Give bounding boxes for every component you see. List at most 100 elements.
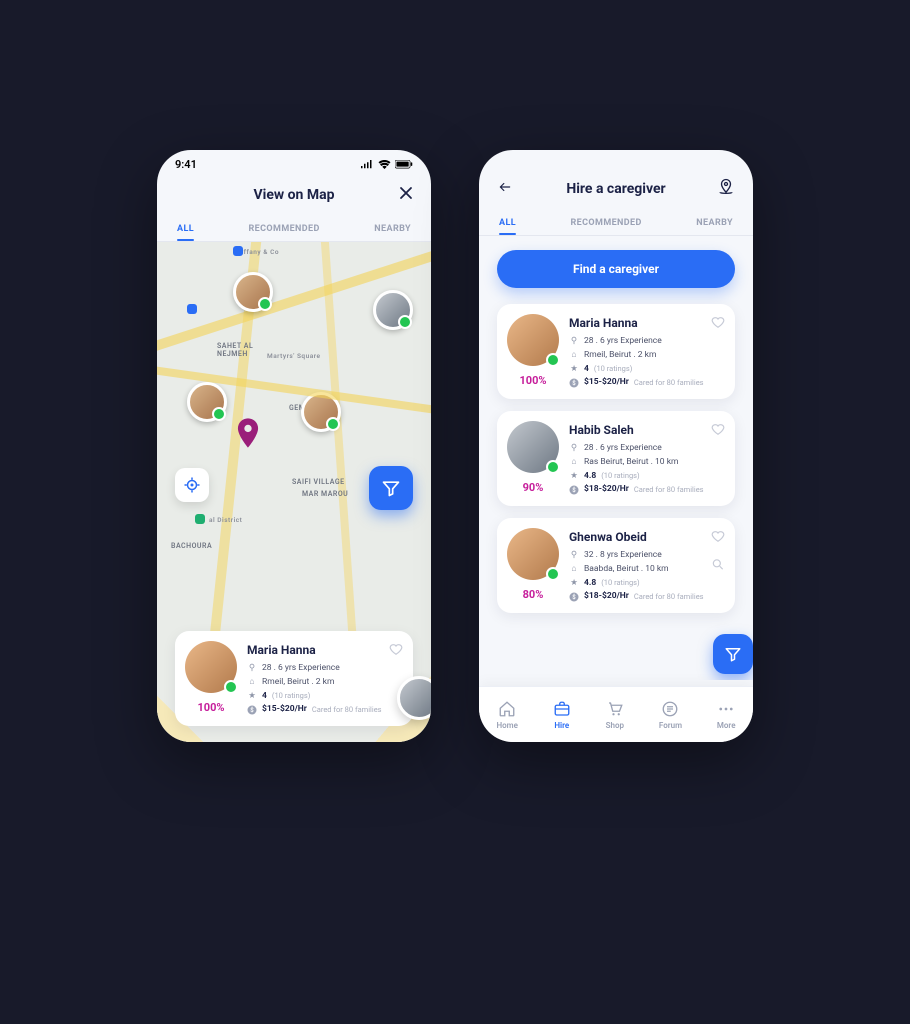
title-row: Hire a caregiver xyxy=(479,172,753,206)
svg-text:$: $ xyxy=(572,594,576,601)
match-percent: 100% xyxy=(197,701,224,714)
caregiver-list: 100% Maria Hanna ⚲28 . 6 yrs Experience … xyxy=(497,304,735,613)
phone-map-view: 9:41 View on Map ALL RECOMMENDED NEARBY … xyxy=(157,150,431,742)
map-poi xyxy=(195,514,205,524)
svg-text:$: $ xyxy=(572,380,576,387)
filter-button[interactable] xyxy=(369,466,413,510)
title-row: View on Map xyxy=(157,178,431,212)
map-label: BACHOURA xyxy=(171,542,212,550)
tab-recommended[interactable]: RECOMMENDED xyxy=(249,224,320,241)
gender-icon: ⚲ xyxy=(569,442,579,455)
match-percent: 90% xyxy=(523,481,544,494)
nav-shop[interactable]: Shop xyxy=(606,700,624,730)
experience-text: 32 . 8 yrs Experience xyxy=(584,549,662,562)
ratings-count: (10 ratings) xyxy=(601,577,639,588)
caregiver-name: Ghenwa Obeid xyxy=(569,528,704,546)
home-icon: ⌂ xyxy=(569,349,579,362)
tab-nearby[interactable]: NEARBY xyxy=(696,218,733,235)
locate-me-button[interactable] xyxy=(175,468,209,502)
star-icon: ★ xyxy=(247,690,257,703)
svg-text:$: $ xyxy=(250,707,254,714)
rating-value: 4 xyxy=(584,363,589,376)
heart-icon[interactable] xyxy=(711,528,725,547)
nav-more[interactable]: More xyxy=(717,700,736,730)
ratings-count: (10 ratings) xyxy=(594,363,632,374)
find-caregiver-button[interactable]: Find a caregiver xyxy=(497,250,735,288)
rating-value: 4 xyxy=(262,690,267,703)
tab-all[interactable]: ALL xyxy=(177,224,194,241)
match-percent: 80% xyxy=(523,588,544,601)
dollar-icon: $ xyxy=(247,705,257,715)
tabs: ALL RECOMMENDED NEARBY xyxy=(157,212,431,242)
nav-hire[interactable]: Hire xyxy=(553,700,571,730)
status-time: 9:41 xyxy=(175,158,197,171)
status-indicators xyxy=(360,160,413,169)
home-icon xyxy=(498,700,516,718)
page-title: Hire a caregiver xyxy=(566,181,665,197)
avatar-pin[interactable] xyxy=(187,382,227,422)
status-bar: 9:41 xyxy=(157,150,431,178)
heart-icon[interactable] xyxy=(711,314,725,333)
map-label: SAHET AL NEJMEH xyxy=(217,342,253,358)
home-icon: ⌂ xyxy=(569,563,579,576)
dollar-icon: $ xyxy=(569,485,579,495)
map-icon[interactable] xyxy=(717,178,735,200)
avatar xyxy=(507,314,559,366)
nav-label: Forum xyxy=(659,721,682,730)
experience-text: 28 . 6 yrs Experience xyxy=(262,662,340,675)
avatar xyxy=(507,421,559,473)
avatar-pin[interactable] xyxy=(373,290,413,330)
home-icon: ⌂ xyxy=(569,456,579,469)
families-text: Cared for 80 families xyxy=(634,377,704,388)
find-caregiver-label: Find a caregiver xyxy=(573,262,659,276)
nav-home[interactable]: Home xyxy=(496,700,517,730)
back-icon[interactable] xyxy=(497,180,513,198)
caregiver-name: Maria Hanna xyxy=(569,314,704,332)
map-label: Tiffany & Co xyxy=(237,248,279,256)
svg-text:$: $ xyxy=(572,487,576,494)
heart-icon[interactable] xyxy=(389,641,403,660)
heart-icon[interactable] xyxy=(711,421,725,440)
tab-nearby[interactable]: NEARBY xyxy=(374,224,411,241)
briefcase-icon xyxy=(553,700,571,718)
experience-text: 28 . 6 yrs Experience xyxy=(584,335,662,348)
hourly-rate: $15-$20/Hr xyxy=(262,703,307,716)
nav-label: More xyxy=(717,721,736,730)
hourly-rate: $18-$20/Hr xyxy=(584,590,629,603)
location-text: Ras Beirut, Beirut . 10 km xyxy=(584,456,678,469)
status-bar xyxy=(479,150,753,172)
rating-value: 4.8 xyxy=(584,577,596,590)
location-text: Rmeil, Beirut . 2 km xyxy=(262,676,334,689)
location-text: Rmeil, Beirut . 2 km xyxy=(584,349,656,362)
gender-icon: ⚲ xyxy=(247,662,257,675)
nav-forum[interactable]: Forum xyxy=(659,700,682,730)
map-label: Martyrs' Square xyxy=(267,352,321,360)
tab-all[interactable]: ALL xyxy=(499,218,516,235)
location-text: Baabda, Beirut . 10 km xyxy=(584,563,669,576)
search-icon[interactable] xyxy=(711,556,725,575)
caregiver-card[interactable]: 90% Habib Saleh ⚲28 . 6 yrs Experience ⌂… xyxy=(497,411,735,506)
match-percent: 100% xyxy=(519,374,546,387)
caregiver-card[interactable]: 100% Maria Hanna ⚲28 . 6 yrs Experience … xyxy=(175,631,413,726)
avatar-pin[interactable] xyxy=(233,272,273,312)
ratings-count: (10 ratings) xyxy=(272,690,310,701)
families-text: Cared for 80 families xyxy=(634,484,704,495)
tab-recommended[interactable]: RECOMMENDED xyxy=(571,218,642,235)
hourly-rate: $18-$20/Hr xyxy=(584,483,629,496)
ratings-count: (10 ratings) xyxy=(601,470,639,481)
user-location-pin xyxy=(237,418,259,440)
caregiver-name: Maria Hanna xyxy=(247,641,382,659)
page-title: View on Map xyxy=(253,187,334,203)
bottom-nav: Home Hire Shop Forum More xyxy=(479,686,753,742)
caregiver-card[interactable]: 100% Maria Hanna ⚲28 . 6 yrs Experience … xyxy=(497,304,735,399)
close-icon[interactable] xyxy=(399,186,413,204)
avatar-pin[interactable] xyxy=(301,392,341,432)
gender-icon: ⚲ xyxy=(569,549,579,562)
home-icon: ⌂ xyxy=(247,676,257,689)
star-icon: ★ xyxy=(569,577,579,590)
filter-button[interactable] xyxy=(713,634,753,674)
caregiver-card[interactable]: 80% Ghenwa Obeid ⚲32 . 8 yrs Experience … xyxy=(497,518,735,613)
families-text: Cared for 80 families xyxy=(312,704,382,715)
map-canvas[interactable]: SAHET AL NEJMEH GEMM SAIFI VILLAGE MAR M… xyxy=(157,242,431,742)
phone-hire-list: Hire a caregiver ALL RECOMMENDED NEARBY … xyxy=(479,150,753,742)
